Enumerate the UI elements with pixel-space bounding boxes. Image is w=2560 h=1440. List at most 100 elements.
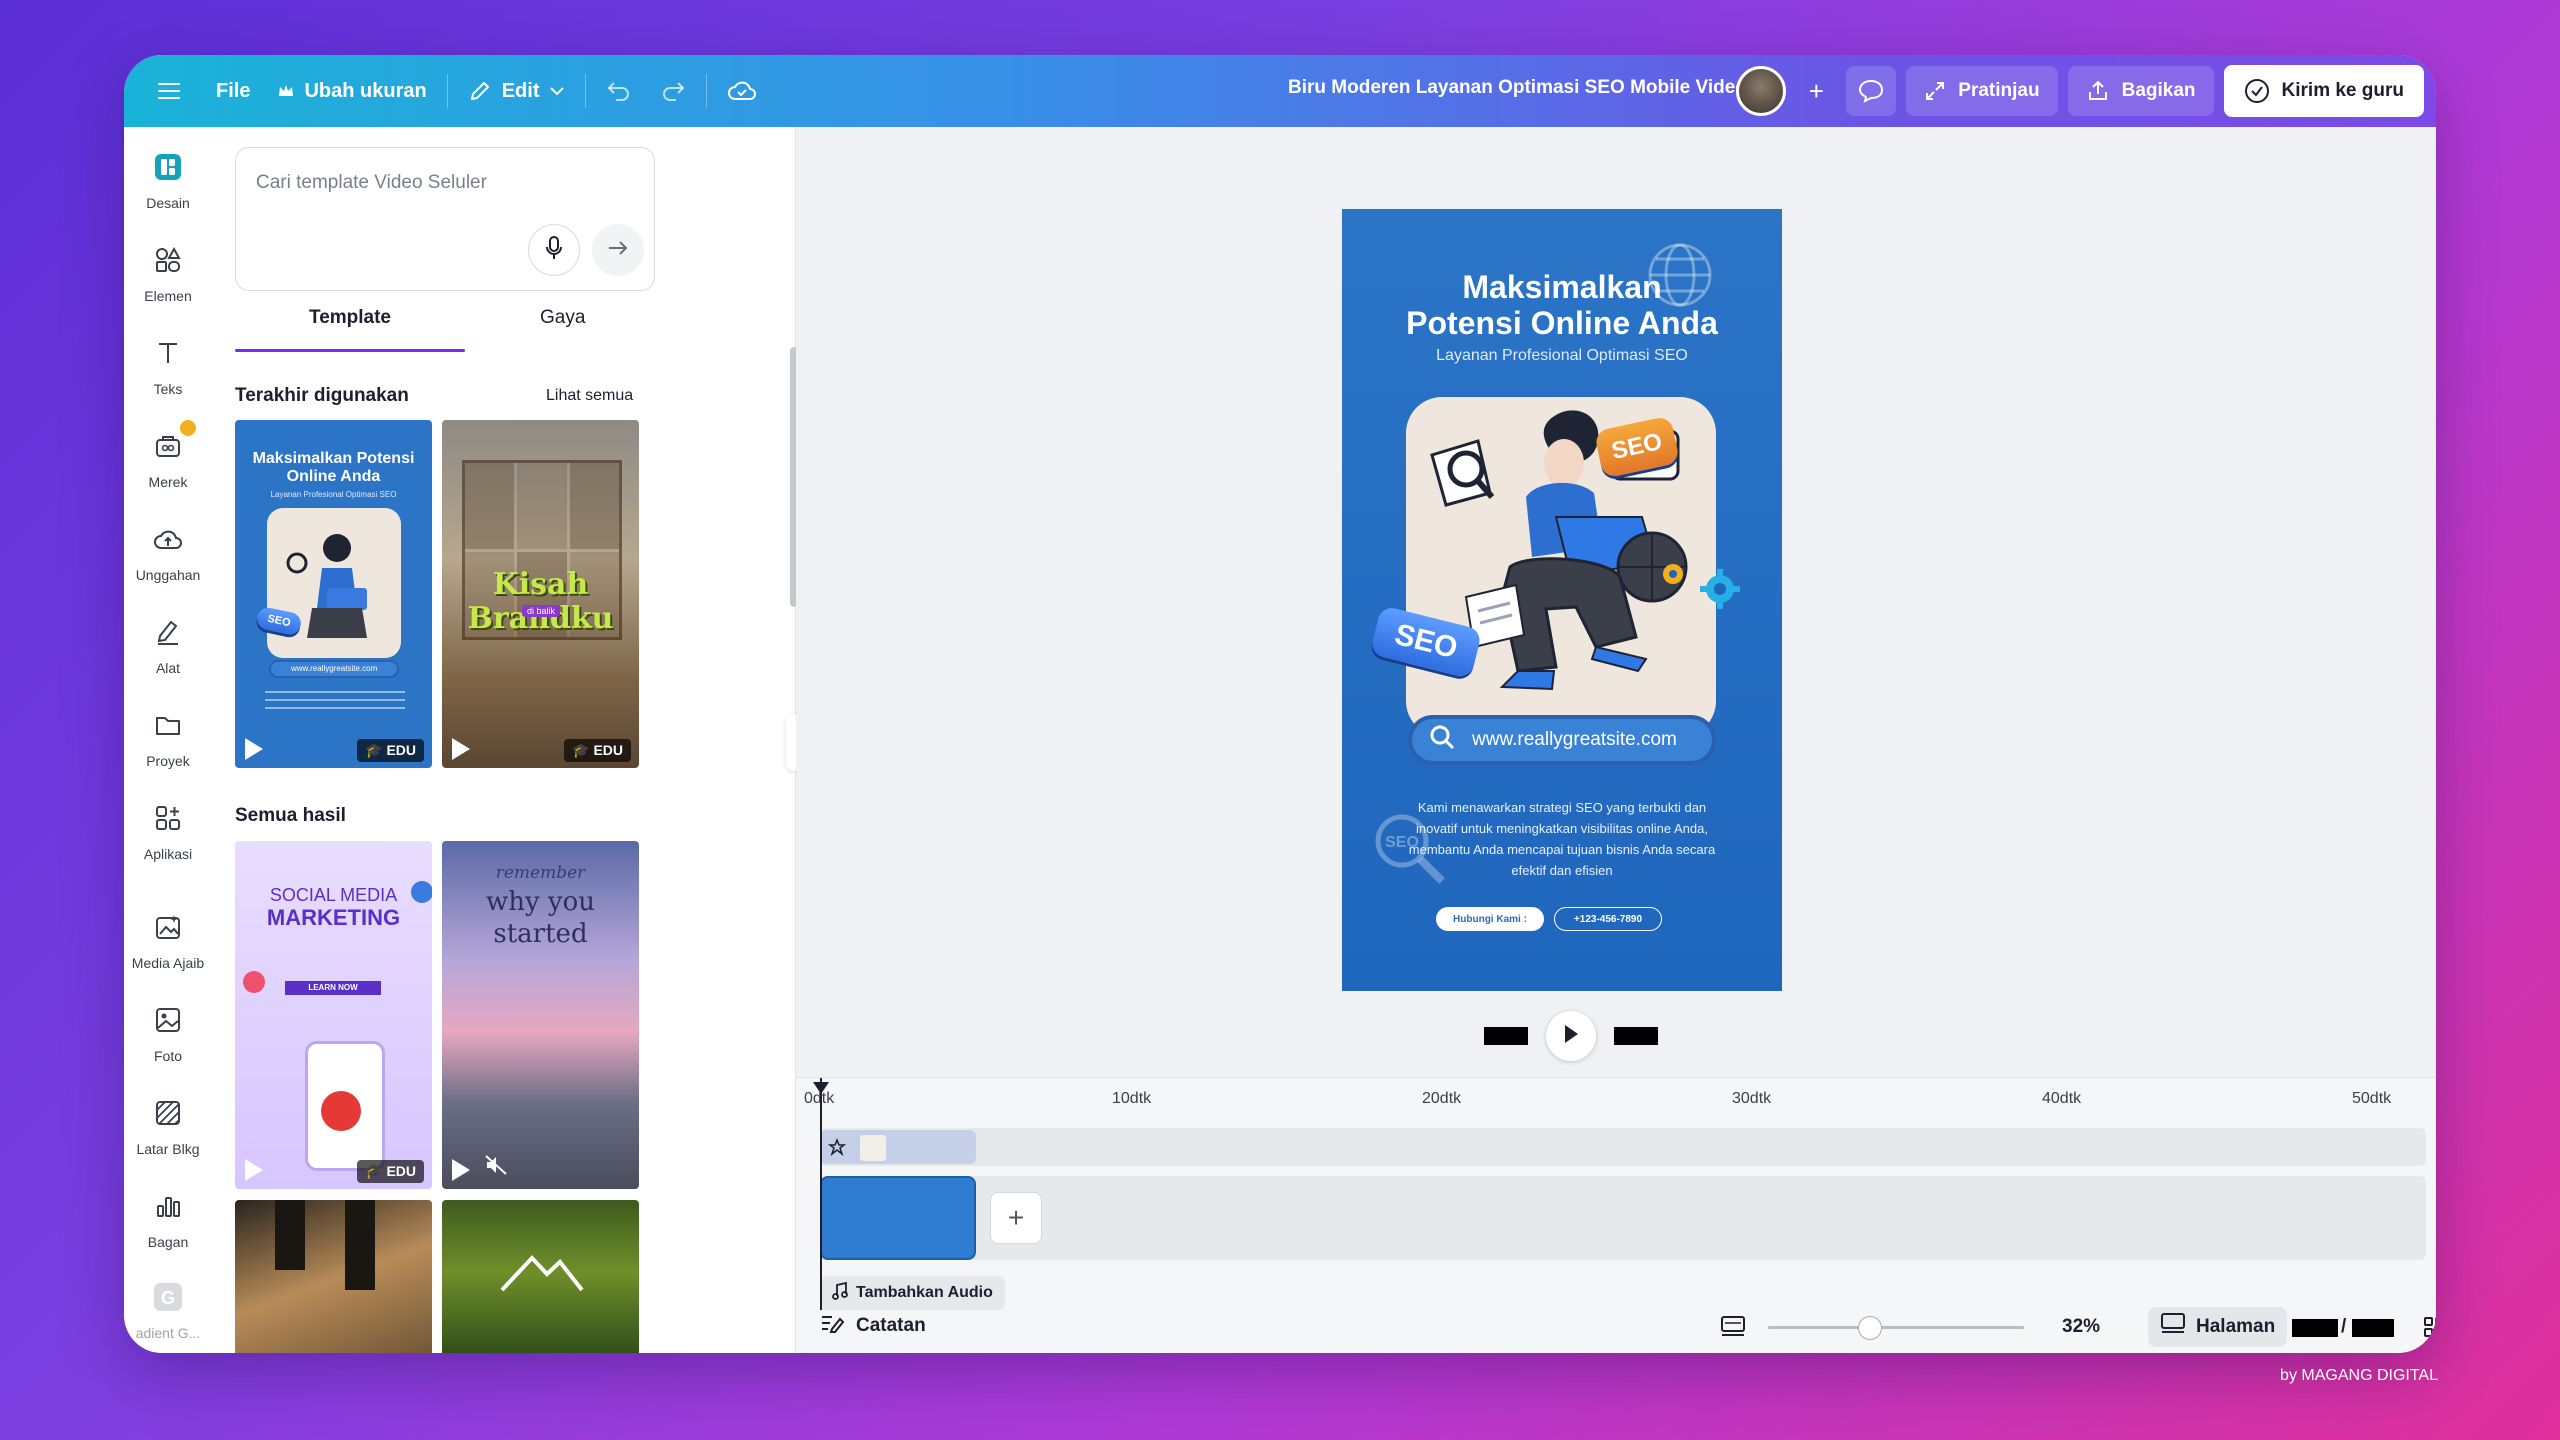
undo-button[interactable] (592, 67, 646, 115)
sidebar-item-gradient[interactable]: G adient G... (124, 1277, 212, 1341)
sidebar-item-label: adient G... (135, 1325, 201, 1341)
sidebar-item-elements[interactable]: Elemen (124, 240, 212, 304)
add-audio-label: Tambahkan Audio (856, 1284, 993, 1301)
edu-badge: 🎓 EDU (564, 739, 631, 762)
zoom-slider-knob[interactable] (1858, 1316, 1882, 1340)
playback-controls (1484, 1011, 1658, 1061)
redacted-control[interactable] (1484, 1027, 1528, 1045)
send-to-teacher-button[interactable]: Kirim ke guru (2223, 65, 2424, 117)
sidebar-item-brand[interactable]: Merek (124, 420, 212, 490)
search-submit-button[interactable] (592, 224, 644, 276)
menu-button[interactable] (144, 67, 194, 115)
thumb-title: Kisah Brandku (467, 567, 614, 636)
template-thumbnail[interactable]: Kisah Brandku di balik 🎓 EDU (442, 420, 639, 768)
thumb-small-label: di balik (522, 605, 561, 617)
thumb-like-bubble (411, 881, 432, 903)
chevron-down-icon (549, 86, 565, 96)
chart-icon (148, 1186, 188, 1226)
sidebar-item-projects[interactable]: Proyek (124, 705, 212, 769)
sidebar-item-label: Merek (148, 474, 188, 490)
poster-subtitle: Layanan Profesional Optimasi SEO (1436, 347, 1688, 364)
sidebar-item-apps[interactable]: Aplikasi (124, 798, 212, 862)
sidebar-item-label: Latar Blkg (136, 1141, 200, 1157)
sidebar-item-label: Desain (146, 195, 190, 211)
elements-icon (148, 240, 188, 280)
see-all-link[interactable]: Lihat semua (546, 387, 633, 405)
sidebar-item-photos[interactable]: Foto (124, 1000, 212, 1064)
playhead[interactable] (820, 1078, 822, 1310)
redo-icon (660, 80, 686, 102)
grid-view-icon[interactable] (2422, 1315, 2436, 1345)
sidebar-item-text[interactable]: Teks (124, 333, 212, 397)
share-icon (2086, 79, 2110, 103)
search-input[interactable]: Cari template Video Seluler (256, 172, 487, 194)
thumb-title: Maksimalkan Potensi Online Anda (252, 450, 415, 485)
sidebar-item-design[interactable]: Desain (124, 147, 212, 211)
plus-icon: + (1007, 1202, 1025, 1233)
search-box[interactable]: Cari template Video Seluler (235, 147, 655, 291)
template-thumbnail[interactable] (235, 1200, 432, 1353)
sidebar-item-magic-media[interactable]: Media Ajaib (124, 907, 212, 971)
gradient-icon: G (148, 1277, 188, 1317)
edu-label: EDU (386, 1163, 416, 1179)
brand-icon (148, 420, 196, 466)
check-circle-icon (2244, 78, 2270, 104)
voice-search-button[interactable] (528, 224, 580, 276)
page-clip[interactable] (820, 1176, 976, 1260)
gear-icon (1700, 569, 1740, 609)
tab-style[interactable]: Gaya (540, 307, 585, 329)
sidebar-item-background[interactable]: Latar Blkg (124, 1093, 212, 1157)
animation-clip[interactable] (820, 1130, 976, 1164)
poster-title-line2: Potensi Online Anda (1406, 305, 1718, 341)
tab-template[interactable]: Template (309, 307, 391, 329)
play-button[interactable] (1546, 1011, 1596, 1061)
sidebar-item-charts[interactable]: Bagan (124, 1186, 212, 1250)
redo-button[interactable] (646, 67, 700, 115)
notes-button[interactable]: Catatan (820, 1313, 926, 1339)
zoom-slider[interactable] (1768, 1326, 2024, 1329)
design-icon (148, 147, 188, 187)
document-title[interactable]: Biru Moderen Layanan Optimasi SEO Mobile… (1288, 77, 1747, 99)
avatar[interactable] (1736, 66, 1787, 116)
comment-button[interactable] (1846, 66, 1897, 116)
photo-icon (148, 1000, 188, 1040)
add-collaborator-button[interactable]: + (1796, 71, 1836, 111)
preview-button[interactable]: Pratinjau (1906, 66, 2058, 116)
redacted-control[interactable] (1614, 1027, 1658, 1045)
save-status-button[interactable] (713, 67, 771, 115)
file-menu[interactable]: File (202, 67, 264, 115)
zoom-value[interactable]: 32% (2062, 1316, 2100, 1338)
tick-label: 50dtk (2352, 1090, 2392, 1107)
search-icon (1428, 723, 1456, 757)
active-tab-indicator (235, 349, 465, 352)
pages-button[interactable]: Halaman (2148, 1307, 2288, 1347)
add-page-button[interactable]: + (990, 1192, 1042, 1244)
upload-icon (148, 519, 188, 559)
pencil-icon (468, 79, 492, 103)
design-page[interactable]: Maksimalkan Potensi Online Anda Layanan … (1342, 209, 1782, 991)
template-thumbnail[interactable]: remember why you started (442, 841, 639, 1189)
thumb-leg-shadow (345, 1200, 375, 1290)
sidebar-item-uploads[interactable]: Unggahan (124, 519, 212, 583)
undo-icon (606, 80, 632, 102)
animation-track (820, 1128, 2426, 1166)
mute-icon (484, 1154, 508, 1181)
magic-media-icon (148, 907, 188, 947)
music-note-icon (832, 1281, 848, 1305)
edit-menu[interactable]: Edit (454, 67, 580, 115)
recent-section-title: Terakhir digunakan (235, 385, 409, 406)
template-thumbnail[interactable]: Maksimalkan Potensi Online Anda Layanan … (235, 420, 432, 768)
redacted-page-total (2352, 1319, 2394, 1337)
poster-url-bar: www.reallygreatsite.com (1408, 715, 1716, 765)
panel-tabs: Template Gaya (235, 307, 655, 353)
thumb-desc-lines (265, 685, 405, 725)
divider (446, 74, 448, 108)
timeline-toggle-icon[interactable] (1720, 1315, 1746, 1345)
thumb-title: SOCIAL MEDIA (269, 885, 398, 905)
template-thumbnail[interactable]: SOCIAL MEDIA MARKETING LEARN NOW 🎓 EDU (235, 841, 432, 1189)
file-label: File (216, 79, 251, 102)
resize-button[interactable]: Ubah ukuran (264, 67, 440, 115)
sidebar-item-tools[interactable]: Alat (124, 612, 212, 676)
template-thumbnail[interactable] (442, 1200, 639, 1353)
share-button[interactable]: Bagikan (2067, 66, 2214, 116)
